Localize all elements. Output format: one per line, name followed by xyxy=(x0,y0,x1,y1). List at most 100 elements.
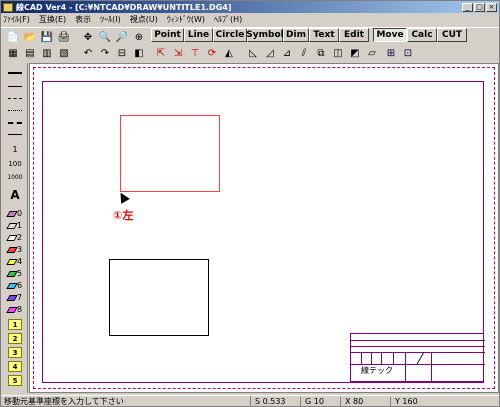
app-icon xyxy=(3,2,13,12)
menu-file[interactable]: ﾌｧｲﾙ(F) xyxy=(3,14,30,25)
tab-dim[interactable]: Dim xyxy=(283,28,309,42)
pen-1[interactable]: 1 xyxy=(4,220,26,231)
rectangle-shape[interactable] xyxy=(109,259,209,336)
status-x: X 80 xyxy=(341,397,391,406)
pen-icon xyxy=(6,294,18,301)
pen-icon xyxy=(6,306,18,313)
title-block-name: 線テック xyxy=(361,366,393,375)
zoom-window-icon[interactable]: ⊕ xyxy=(132,30,146,44)
scale-icon[interactable]: ◿ xyxy=(263,46,277,60)
select-mode-icon[interactable]: ◧ xyxy=(132,46,146,60)
pen-0[interactable]: 0 xyxy=(4,208,26,219)
pen-5[interactable]: 5 xyxy=(4,268,26,279)
text-tool-icon[interactable]: A xyxy=(4,188,26,202)
open-folder-icon[interactable]: 📂 xyxy=(23,30,37,44)
menu-window[interactable]: ｳｨﾝﾄﾞｳ(W) xyxy=(167,14,205,25)
zoom-in-icon[interactable]: 🔍 xyxy=(98,30,112,44)
status-scale: S 0.533 xyxy=(251,397,301,406)
offset-icon[interactable]: ⊿ xyxy=(280,46,294,60)
rotate-icon[interactable]: ⟳ xyxy=(205,46,219,60)
mirror-icon[interactable]: ◭ xyxy=(222,46,236,60)
move-copy-icon[interactable]: ⇱ xyxy=(154,46,168,60)
title-block-col xyxy=(371,352,372,364)
fillet-icon[interactable]: ▱ xyxy=(365,46,379,60)
tab-text[interactable]: Text xyxy=(309,28,339,42)
tab-cut[interactable]: CUT xyxy=(437,28,467,42)
align-left-icon[interactable]: ⊞ xyxy=(384,46,398,60)
line-type-thin[interactable] xyxy=(4,81,26,92)
title-block-mark xyxy=(407,352,425,364)
snap-icon[interactable]: ⊟ xyxy=(115,46,129,60)
line-type-center[interactable] xyxy=(4,129,26,140)
trim-icon[interactable]: ◫ xyxy=(331,46,345,60)
properties-icon[interactable]: ▥ xyxy=(40,46,54,60)
status-y: Y 160 xyxy=(395,397,418,406)
pen-3[interactable]: 3 xyxy=(4,244,26,255)
layer-4[interactable]: 4 xyxy=(4,361,26,372)
title-bar: 線CAD Ver4 - [C:¥NTCAD¥DRAW¥UNTITLE1.DG4]… xyxy=(1,1,499,13)
pen-icon xyxy=(6,270,18,277)
extend-icon[interactable]: ◩ xyxy=(348,46,362,60)
menu-help[interactable]: ﾍﾙﾌﾟ(H) xyxy=(214,14,242,25)
pan-icon[interactable]: ✥ xyxy=(81,30,95,44)
layer-3[interactable]: 3 xyxy=(4,347,26,358)
undo-icon[interactable]: ↶ xyxy=(81,46,95,60)
tab-line[interactable]: Line xyxy=(184,28,213,42)
pen-icon xyxy=(6,234,18,241)
line-type-dashed[interactable] xyxy=(4,93,26,104)
settings-icon[interactable]: ▧ xyxy=(57,46,71,60)
menu-tools[interactable]: ﾂｰﾙ(I) xyxy=(100,14,121,25)
window-title: 線CAD Ver4 - [C:¥NTCAD¥DRAW¥UNTITLE1.DG4] xyxy=(16,2,232,12)
stretch-icon[interactable]: ◺ xyxy=(246,46,260,60)
new-file-icon[interactable]: 📄 xyxy=(6,30,20,44)
title-block-col xyxy=(405,352,406,382)
save-icon[interactable]: 💾 xyxy=(40,30,54,44)
line-type-dashdot[interactable] xyxy=(4,117,26,128)
pen-4[interactable]: 4 xyxy=(4,256,26,267)
pen-icon xyxy=(6,258,18,265)
title-block-row xyxy=(351,340,485,341)
pen-8[interactable]: 8 xyxy=(4,304,26,315)
close-button[interactable]: × xyxy=(486,2,497,12)
layer-1[interactable]: 1 xyxy=(4,319,26,330)
redo-icon[interactable]: ↷ xyxy=(98,46,112,60)
scale-100[interactable]: 100 xyxy=(4,158,26,169)
tab-symbol[interactable]: Symbol xyxy=(246,28,284,42)
title-block-col xyxy=(431,352,432,382)
tab-edit[interactable]: Edit xyxy=(339,28,369,42)
layer-icon[interactable]: ▤ xyxy=(23,46,37,60)
zoom-out-icon[interactable]: 🔎 xyxy=(115,30,129,44)
move-icon[interactable]: ⇲ xyxy=(171,46,185,60)
move-point-icon[interactable]: ⊤ xyxy=(188,46,202,60)
line-type-dotted[interactable] xyxy=(4,105,26,116)
tab-move[interactable]: Move xyxy=(373,28,407,42)
maximize-button[interactable]: □ xyxy=(474,2,485,12)
pen-icon xyxy=(6,210,18,217)
grid-icon[interactable]: ▦ xyxy=(6,46,20,60)
copy-icon[interactable]: ⧉ xyxy=(314,46,328,60)
menu-viewpoint[interactable]: 視点(U) xyxy=(130,14,158,25)
tab-calc[interactable]: Calc xyxy=(407,28,437,42)
menu-compat[interactable]: 互換(E) xyxy=(39,14,66,25)
tab-point[interactable]: Point xyxy=(151,28,184,42)
pen-6[interactable]: 6 xyxy=(4,280,26,291)
scale-1[interactable]: 1 xyxy=(4,144,26,155)
minimize-button[interactable]: _ xyxy=(462,2,473,12)
scale-1000[interactable]: 1000 xyxy=(4,172,26,183)
pen-2[interactable]: 2 xyxy=(4,232,26,243)
print-icon[interactable]: 🖨 xyxy=(57,30,71,44)
line-type-solid[interactable] xyxy=(4,67,26,78)
tab-circle[interactable]: Circle xyxy=(213,28,247,42)
selected-rectangle[interactable] xyxy=(120,115,220,192)
pen-7[interactable]: 7 xyxy=(4,292,26,303)
array-icon[interactable]: ⫽ xyxy=(297,46,311,60)
layer-5[interactable]: 5 xyxy=(4,375,26,386)
title-block-col xyxy=(361,352,362,364)
step-annotation: ①左 xyxy=(113,209,134,222)
align-right-icon[interactable]: ⊡ xyxy=(401,46,415,60)
drawing-canvas[interactable]: ①左 線テック xyxy=(29,63,499,393)
title-block: 線テック xyxy=(350,333,485,382)
layer-2[interactable]: 2 xyxy=(4,333,26,344)
title-block-row xyxy=(351,346,485,347)
menu-view[interactable]: 表示 xyxy=(75,14,91,25)
